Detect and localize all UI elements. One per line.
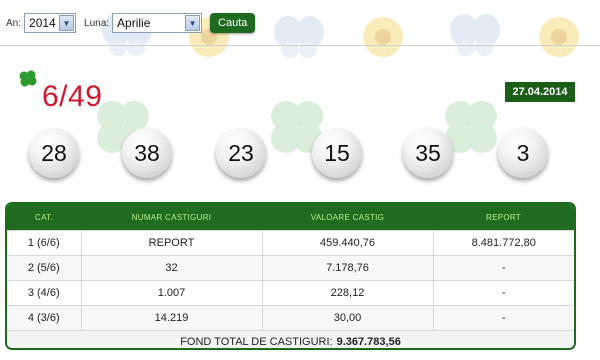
cell-category: 1 (6/6): [7, 230, 81, 256]
total-prize-fund-value: 9.367.783,56: [336, 336, 401, 348]
cell-category: 2 (5/6): [7, 255, 81, 281]
year-select-value: 2014: [29, 16, 56, 30]
cell-report: -: [432, 305, 574, 330]
cell-prize-value: 7.178,76: [261, 255, 433, 281]
flower-decoration: [363, 17, 403, 57]
number-ball: 35: [403, 128, 453, 178]
cell-winners-count: 1.007: [80, 280, 262, 306]
clover-icon: [19, 70, 37, 87]
cell-report: -: [432, 255, 574, 281]
cell-category: 4 (3/6): [7, 305, 81, 330]
table-header-row: CAT. NUMAR CASTIGURI VALOARE CASTIG REPO…: [7, 204, 574, 231]
total-prize-fund: FOND TOTAL DE CASTIGURI: 9.367.783,56: [7, 330, 574, 348]
cell-report: -: [432, 280, 574, 306]
table-row: 2 (5/6) 32 7.178,76 -: [7, 255, 574, 281]
header-prize-value: VALOARE CASTIG: [262, 204, 433, 231]
cell-prize-value: 228,12: [261, 280, 433, 306]
chevron-down-icon[interactable]: ▼: [185, 15, 201, 31]
search-button[interactable]: Cauta: [210, 13, 256, 33]
number-ball: 3: [498, 128, 548, 178]
month-select[interactable]: Aprilie ▼: [112, 13, 203, 33]
butterfly-decoration: [274, 16, 324, 58]
number-ball: 28: [29, 128, 79, 178]
header-category: CAT.: [7, 204, 81, 231]
header-winners-count: NUMAR CASTIGURI: [81, 204, 262, 231]
number-ball: 15: [312, 128, 362, 178]
number-ball: 38: [122, 128, 172, 178]
cell-prize-value: 30,00: [261, 305, 433, 330]
table-row: 3 (4/6) 1.007 228,12 -: [7, 280, 574, 306]
game-title: 6/49: [42, 80, 103, 113]
cell-prize-value: 459.440,76: [261, 230, 433, 256]
flower-decoration: [539, 17, 579, 57]
cell-winners-count: REPORT: [80, 230, 262, 256]
filter-bar: An: 2014 ▼ Luna: Aprilie ▼ Cauta: [6, 10, 256, 36]
year-label: An:: [6, 17, 22, 29]
table-row: 1 (6/6) REPORT 459.440,76 8.481.772,80: [7, 230, 574, 256]
divider: [0, 45, 600, 46]
results-table: CAT. NUMAR CASTIGURI VALOARE CASTIG REPO…: [5, 202, 576, 350]
month-label: Luna:: [84, 17, 110, 29]
cell-category: 3 (4/6): [7, 280, 81, 306]
drawn-numbers: 28 38 23 15 35 3: [0, 128, 600, 182]
header-report: REPORT: [433, 204, 574, 231]
number-ball: 23: [216, 128, 266, 178]
total-prize-fund-label: FOND TOTAL DE CASTIGURI:: [180, 336, 333, 348]
cell-winners-count: 14.219: [80, 305, 262, 330]
year-select[interactable]: 2014 ▼: [24, 13, 77, 33]
table-row: 4 (3/6) 14.219 30,00 -: [7, 305, 574, 330]
chevron-down-icon[interactable]: ▼: [59, 15, 75, 31]
draw-date-badge: 27.04.2014: [505, 82, 575, 102]
cell-report: 8.481.772,80: [432, 230, 574, 256]
cell-winners-count: 32: [80, 255, 262, 281]
month-select-value: Aprilie: [117, 16, 151, 30]
butterfly-decoration: [450, 14, 500, 56]
